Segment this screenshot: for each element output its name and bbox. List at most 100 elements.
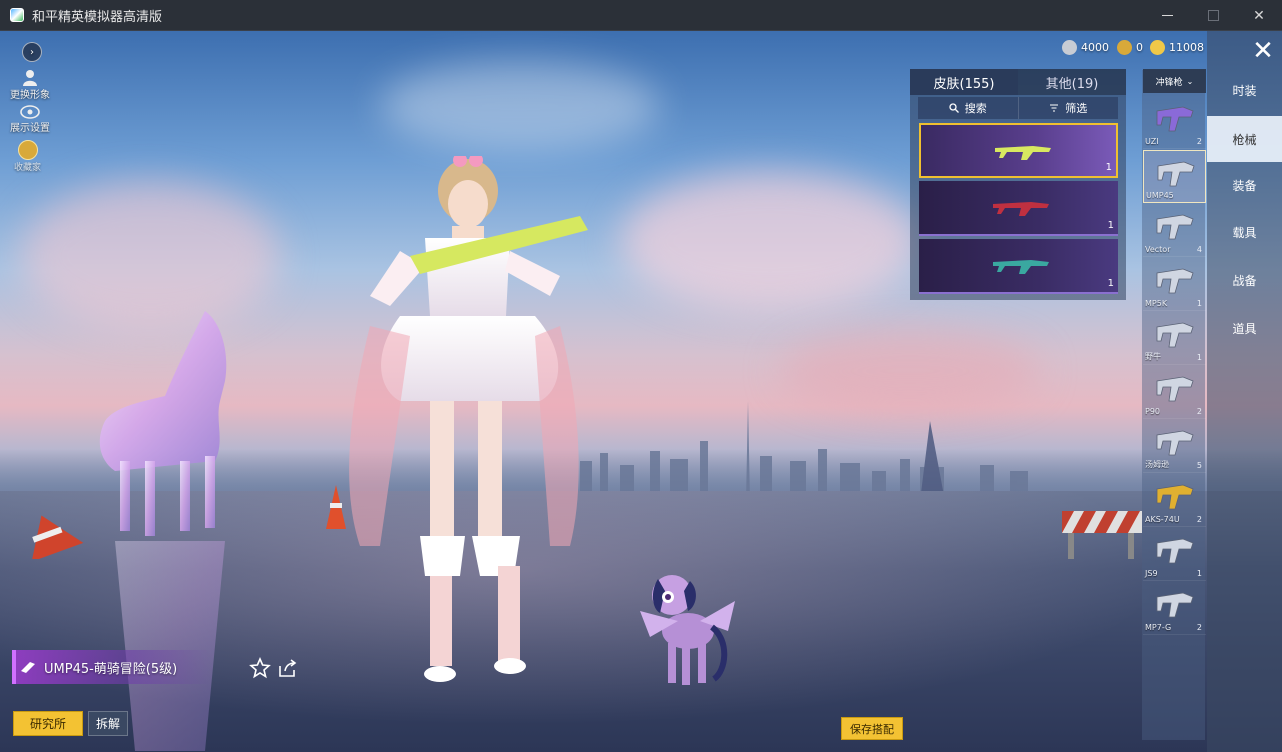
currency-value: 11008 <box>1169 41 1204 54</box>
weapon-tile[interactable]: MP7-G 2 <box>1143 582 1206 635</box>
change-look-label: 更换形象 <box>10 90 50 101</box>
filter-button[interactable]: 筛选 <box>1017 97 1118 119</box>
weapon-name: 汤姆逊 <box>1145 460 1169 469</box>
weapon-rarity-icon <box>21 662 35 673</box>
tab-others[interactable]: 其他(19) <box>1018 69 1126 95</box>
traffic-cone <box>31 515 84 559</box>
barrier <box>1062 511 1142 559</box>
minimize-button[interactable] <box>1144 0 1190 31</box>
weapon-tile[interactable]: UZI 2 <box>1143 96 1206 149</box>
weapon-name: MP7-G <box>1145 623 1172 632</box>
weapon-skin-count: 2 <box>1196 623 1202 632</box>
skin-card[interactable]: 1 <box>919 123 1118 178</box>
weapon-skin-count: 4 <box>1196 245 1202 254</box>
pony-companion <box>640 575 735 685</box>
cloud <box>20 181 280 331</box>
weapon-name: P90 <box>1145 407 1161 416</box>
weapon-icon <box>1156 268 1194 294</box>
skin-card[interactable]: 1 <box>919 239 1118 294</box>
collection-label: 收藏家 <box>14 163 42 173</box>
skin-qty: 1 <box>1105 162 1112 173</box>
close-window-button[interactable]: ✕ <box>1236 0 1282 31</box>
weapon-tile[interactable]: 汤姆逊 5 <box>1143 420 1206 473</box>
search-button[interactable]: 搜索 <box>918 97 1018 119</box>
collection-button[interactable]: 收藏家 <box>14 140 41 173</box>
favorite-button[interactable] <box>248 656 272 680</box>
cloud <box>780 331 1040 411</box>
weapon-icon <box>1156 592 1194 618</box>
medal-icon <box>17 140 38 160</box>
chevron-down-icon: ⌄ <box>1186 76 1194 86</box>
weapon-name: JS9 <box>1145 569 1158 578</box>
share-button[interactable] <box>276 656 300 680</box>
tab-skins[interactable]: 皮肤(155) <box>910 69 1018 95</box>
weapon-skin-count: 1 <box>1196 353 1202 362</box>
weapon-name-banner: UMP45-萌骑冒险(5级) <box>12 650 212 684</box>
player-character <box>349 156 588 682</box>
weapon-skin-count: 5 <box>1196 461 1202 470</box>
weapon-name: UMP45-萌骑冒险(5级) <box>44 661 178 677</box>
weapon-name: 野牛 <box>1145 352 1161 361</box>
eye-icon <box>20 105 40 119</box>
weapon-name: AKS-74U <box>1145 515 1180 524</box>
weapon-name: Vector <box>1145 245 1171 254</box>
cloud <box>380 61 660 151</box>
weapon-icon <box>1157 161 1195 187</box>
menu-toggle[interactable]: › <box>22 42 42 62</box>
weapon-name: MP5K <box>1145 299 1168 308</box>
display-settings-button[interactable]: 展示设置 <box>10 105 50 134</box>
weapon-tile[interactable]: AKS-74U 2 <box>1143 474 1206 527</box>
dropdown-label: 冲锋枪 <box>1155 77 1183 88</box>
share-icon <box>279 659 297 677</box>
search-label: 搜索 <box>964 102 987 115</box>
weapon-skin-count: 1 <box>1196 569 1202 578</box>
weapon-icon <box>1156 538 1194 564</box>
weapon-skin-count: 1 <box>1196 299 1202 308</box>
display-settings-label: 展示设置 <box>10 123 50 134</box>
gun-skin-icon <box>993 260 1049 274</box>
tab-equipment[interactable]: 装备 <box>1207 162 1282 208</box>
gun-skin-icon <box>995 146 1051 160</box>
weapon-tile[interactable]: JS9 1 <box>1143 528 1206 581</box>
maximize-icon <box>1207 10 1219 21</box>
change-look-button[interactable]: 更换形象 <box>10 68 50 101</box>
skin-qty: 1 <box>1107 278 1114 289</box>
filter-icon <box>1050 104 1059 112</box>
tab-items[interactable]: 道具 <box>1207 305 1282 351</box>
weapon-tile[interactable]: MP5K 1 <box>1143 258 1206 311</box>
close-panel-button[interactable]: ✕ <box>1247 36 1279 66</box>
search-icon <box>949 103 959 113</box>
weapon-name: UZI <box>1145 137 1159 146</box>
save-outfit-button[interactable]: 保存搭配 <box>841 717 903 740</box>
weapon-tile[interactable]: 野牛 1 <box>1143 312 1206 365</box>
weapon-tile[interactable]: Vector 4 <box>1143 204 1206 257</box>
gun-skin-icon <box>993 202 1049 216</box>
maximize-button[interactable] <box>1190 0 1236 31</box>
weapon-skin-count: 2 <box>1196 515 1202 524</box>
cloud <box>620 171 920 311</box>
weapon-icon <box>1156 430 1194 456</box>
tab-guns[interactable]: 枪械 <box>1207 116 1282 162</box>
weapon-icon <box>1156 322 1194 348</box>
skin-tabs: 皮肤(155) 其他(19) <box>910 69 1126 95</box>
skin-card[interactable]: 1 <box>919 181 1118 236</box>
currency-value: 4000 <box>1081 41 1109 54</box>
weapon-tile[interactable]: UMP45 <box>1143 150 1206 203</box>
chevron-right-icon: › <box>22 42 42 62</box>
research-button[interactable]: 研究所 <box>13 711 83 736</box>
title-bar: 和平精英模拟器高清版 ✕ <box>0 0 1282 31</box>
weapon-tile[interactable]: P90 2 <box>1143 366 1206 419</box>
weapon-name: UMP45 <box>1146 191 1174 200</box>
weapon-icon <box>1156 214 1194 240</box>
minimize-icon <box>1161 15 1173 16</box>
tab-vehicles[interactable]: 载具 <box>1207 209 1282 255</box>
weapon-type-dropdown[interactable]: 冲锋枪 ⌄ <box>1143 69 1206 93</box>
tab-fashion[interactable]: 时装 <box>1207 67 1282 113</box>
dismantle-button[interactable]: 拆解 <box>88 711 128 736</box>
tab-battle-prep[interactable]: 战备 <box>1207 257 1282 303</box>
crystal-horse <box>99 311 227 751</box>
currency-badge: 0 <box>1117 40 1143 55</box>
weapon-icon <box>1156 106 1194 132</box>
person-icon <box>23 70 37 86</box>
window-title: 和平精英模拟器高清版 <box>32 9 163 25</box>
